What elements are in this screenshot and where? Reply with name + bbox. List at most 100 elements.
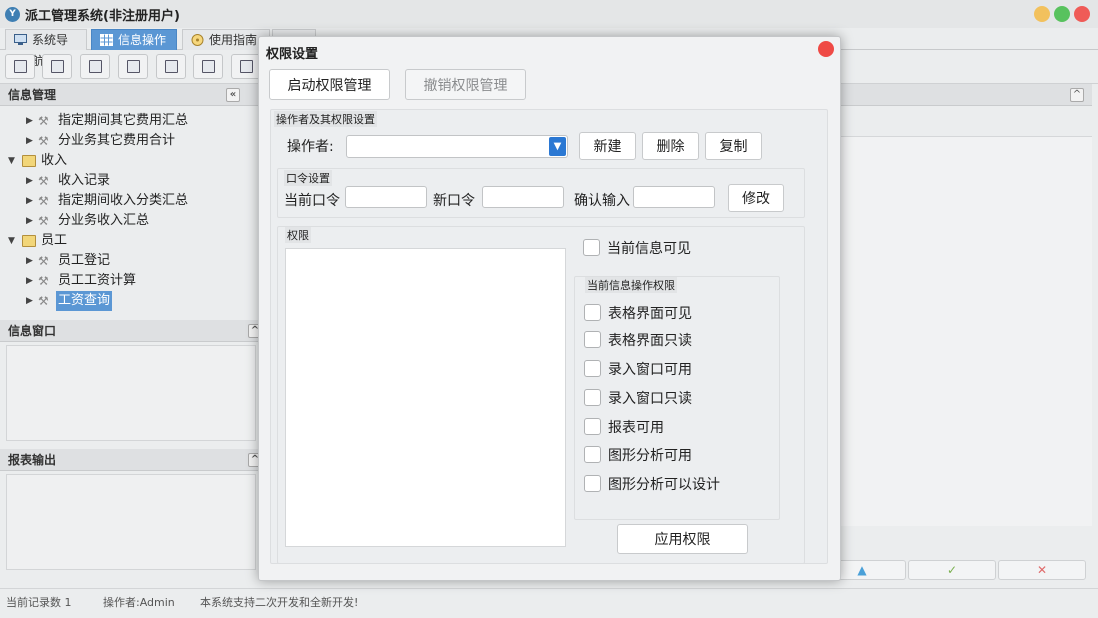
expand-icon[interactable]: ▶ (26, 271, 36, 291)
expand-icon[interactable]: ▶ (26, 211, 36, 231)
search-icon (14, 60, 27, 73)
list-tool-button[interactable] (42, 54, 72, 79)
compass-icon (191, 34, 204, 46)
expand-icon[interactable]: ▶ (26, 111, 36, 131)
collapse-icon[interactable]: ▼ (8, 231, 18, 251)
tool-icon: ⚒ (38, 214, 49, 228)
tree-item-label: 收入记录 (58, 173, 111, 188)
app-logo-icon: Y (5, 7, 20, 22)
collapse-icon[interactable]: ▼ (8, 151, 18, 171)
data-grid[interactable] (840, 136, 1092, 526)
checkbox-label: 录入窗口只读 (608, 391, 692, 407)
revoke-permission-button[interactable]: 撤销权限管理 (405, 69, 526, 100)
report-output-header: 报表输出 ^ (0, 449, 262, 471)
tool-icon: ⚒ (38, 114, 49, 128)
tree-folder-label: 员工 (41, 233, 68, 248)
cancel-button[interactable]: ✕ (998, 560, 1086, 580)
maximize-button[interactable] (1054, 6, 1070, 22)
monitor-icon (14, 34, 27, 45)
close-window-button[interactable] (1074, 6, 1090, 22)
tool-icon: ⚒ (38, 194, 49, 208)
modify-password-button[interactable]: 修改 (728, 184, 784, 212)
checkbox[interactable] (584, 475, 601, 492)
checkbox[interactable] (584, 418, 601, 435)
tool-icon: ⚒ (38, 174, 49, 188)
checkbox-label: 表格界面只读 (608, 333, 692, 349)
tree-folder-label: 收入 (41, 153, 68, 168)
checkbox-label: 图形分析可用 (608, 448, 692, 464)
tree-item-label: 分业务其它费用合计 (58, 133, 176, 148)
minimize-button[interactable] (1034, 6, 1050, 22)
users-tool-button[interactable] (118, 54, 148, 79)
checkbox-label: 图形分析可以设计 (608, 477, 720, 493)
tool-icon: ⚒ (38, 274, 49, 288)
document-tool-button[interactable] (80, 54, 110, 79)
tab-system-nav[interactable]: 系统导航 (5, 29, 87, 68)
expand-icon[interactable]: ▶ (26, 131, 36, 151)
expand-icon[interactable]: ▶ (26, 191, 36, 211)
checkbox[interactable] (584, 389, 601, 406)
operator-settings-title: 操作者及其权限设置 (274, 111, 377, 127)
document-icon (89, 60, 102, 73)
report-output-title: 报表输出 (8, 453, 57, 467)
tree-item-label: 分业务收入汇总 (58, 213, 150, 228)
window-tool-button[interactable] (156, 54, 186, 79)
tab-label: 信息操作 (118, 33, 167, 47)
apply-permission-button[interactable]: 应用权限 (617, 524, 748, 554)
dialog-close-button[interactable] (818, 41, 834, 57)
app-title: 派工管理系统(非注册用户) (25, 9, 180, 24)
folder-icon (22, 155, 36, 167)
window-icon (165, 60, 178, 73)
checkbox-label: 表格界面可见 (608, 306, 692, 322)
info-manage-header: 信息管理 « (0, 84, 262, 106)
grid-icon (100, 34, 113, 46)
record-count: 当前记录数 1 (6, 596, 72, 609)
permission-list[interactable] (285, 248, 566, 547)
title-bar: Y 派工管理系统(非注册用户) (0, 0, 1098, 28)
right-panel-header: ^ (840, 84, 1092, 106)
copy-operator-button[interactable]: 复制 (705, 132, 762, 160)
checkbox-label: 当前信息可见 (607, 241, 691, 257)
current-password-label: 当前口令 (284, 193, 340, 209)
print-tool-button[interactable] (231, 54, 261, 79)
export-tool-button[interactable] (193, 54, 223, 79)
checkbox[interactable] (583, 239, 600, 256)
expand-icon[interactable]: ▶ (26, 251, 36, 271)
collapse-left-icon[interactable]: « (226, 88, 240, 102)
status-operator: 操作者:Admin (103, 596, 175, 609)
checkbox[interactable] (584, 331, 601, 348)
status-bar: 当前记录数 1 操作者:Admin 本系统支持二次开发和全新开发! (0, 588, 1098, 618)
delete-operator-button[interactable]: 删除 (642, 132, 699, 160)
collapse-up-icon[interactable]: ^ (1070, 88, 1084, 102)
permission-group-title: 权限 (285, 227, 311, 243)
confirm-password-input[interactable] (633, 186, 715, 208)
tab-user-guide[interactable]: 使用指南 (182, 29, 270, 50)
confirm-password-label: 确认输入 (574, 193, 630, 209)
info-window-header: 信息窗口 ^ (0, 320, 262, 342)
tree-item-label: 指定期间其它费用汇总 (58, 113, 189, 128)
status-message: 本系统支持二次开发和全新开发! (200, 596, 359, 609)
tab-label: 使用指南 (209, 33, 258, 47)
current-password-input[interactable] (345, 186, 427, 208)
info-window-body (6, 345, 256, 441)
expand-icon[interactable]: ▶ (26, 291, 36, 311)
info-window-title: 信息窗口 (8, 324, 57, 338)
dialog-title: 权限设置 (266, 47, 319, 62)
expand-icon[interactable]: ▶ (26, 171, 36, 191)
new-password-label: 新口令 (433, 193, 475, 209)
new-password-input[interactable] (482, 186, 564, 208)
tool-icon: ⚒ (38, 254, 49, 268)
checkbox[interactable] (584, 360, 601, 377)
chevron-down-icon[interactable]: ▼ (549, 137, 566, 156)
operator-select[interactable]: ▼ (346, 135, 568, 158)
start-permission-button[interactable]: 启动权限管理 (269, 69, 390, 100)
export-icon (202, 60, 215, 73)
tab-info-ops[interactable]: 信息操作 (91, 29, 177, 50)
new-operator-button[interactable]: 新建 (579, 132, 636, 160)
report-output-body (6, 474, 256, 570)
confirm-button[interactable]: ✓ (908, 560, 996, 580)
tree-item-label: 员工工资计算 (58, 273, 137, 288)
search-tool-button[interactable] (5, 54, 35, 79)
checkbox[interactable] (584, 304, 601, 321)
checkbox[interactable] (584, 446, 601, 463)
